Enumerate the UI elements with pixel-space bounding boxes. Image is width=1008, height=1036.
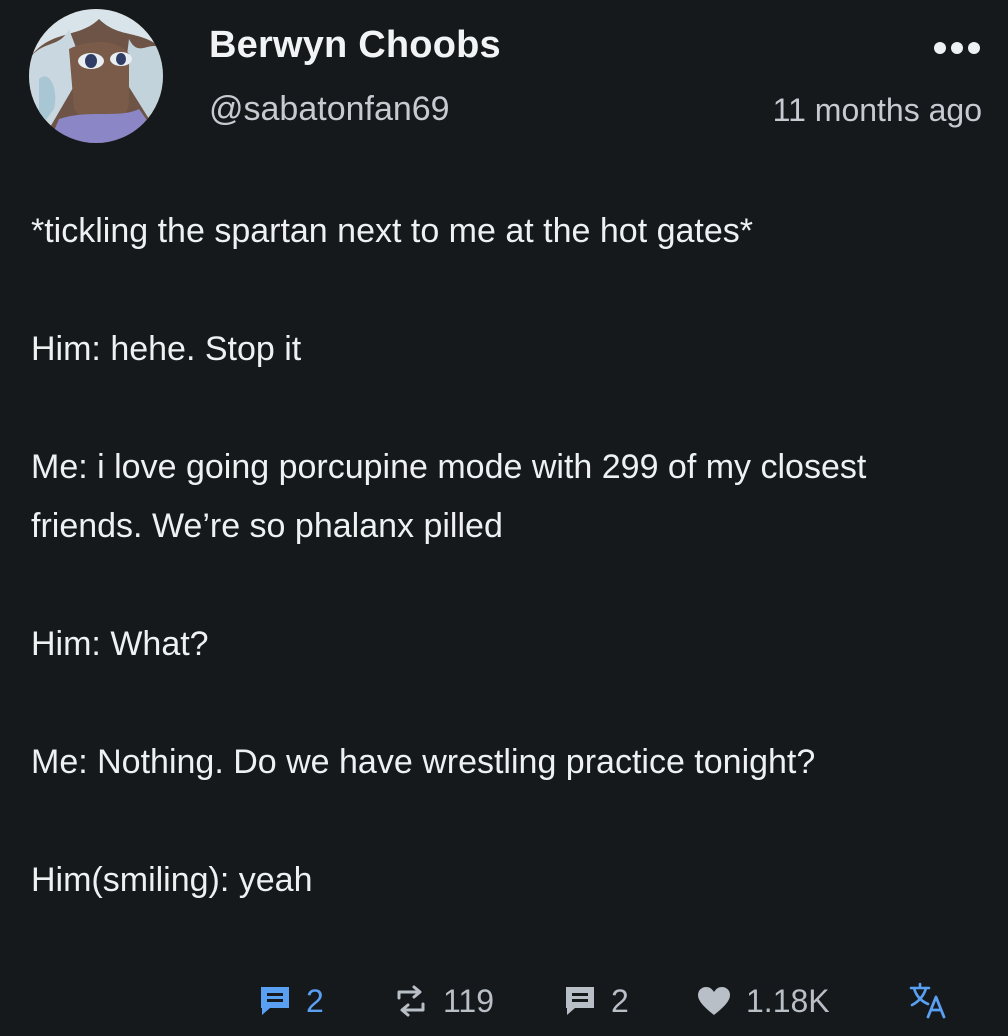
like-button[interactable]: 1.18K <box>696 976 830 1026</box>
reply-button[interactable]: 2 <box>258 976 324 1026</box>
post-paragraph: Me: Nothing. Do we have wrestling practi… <box>31 743 816 781</box>
post-paragraph: Me: i love going porcupine mode with 299… <box>31 448 867 545</box>
quote-count: 2 <box>611 982 629 1019</box>
post-timestamp: 11 months ago <box>772 92 982 128</box>
post-paragraph: Him: hehe. Stop it <box>31 330 302 368</box>
post-paragraph: Him: What? <box>31 625 209 663</box>
translate-button[interactable] <box>908 980 948 1020</box>
like-count: 1.18K <box>746 982 830 1019</box>
repost-count: 119 <box>443 982 495 1019</box>
more-dots-icon <box>934 42 980 54</box>
quote-button[interactable]: 2 <box>563 976 629 1026</box>
more-options-button[interactable] <box>932 34 982 62</box>
post-action-bar: 2 119 2 1.18K <box>0 976 1008 1026</box>
post-body: *tickling the spartan next to me at the … <box>31 202 981 969</box>
author-handle[interactable]: @sabatonfan69 <box>209 90 450 129</box>
repost-button[interactable]: 119 <box>393 976 494 1026</box>
reply-count: 2 <box>306 982 324 1019</box>
avatar[interactable] <box>29 9 163 143</box>
post-paragraph: *tickling the spartan next to me at the … <box>31 212 753 250</box>
translate-icon <box>909 982 946 1019</box>
anime-character-avatar-image <box>29 9 163 143</box>
post-paragraph: Him(smiling): yeah <box>31 861 313 899</box>
repost-icon <box>397 985 425 1017</box>
quote-icon <box>566 987 594 1015</box>
reply-icon <box>261 987 289 1015</box>
heart-icon <box>698 987 730 1015</box>
author-display-name[interactable]: Berwyn Choobs <box>209 24 501 67</box>
